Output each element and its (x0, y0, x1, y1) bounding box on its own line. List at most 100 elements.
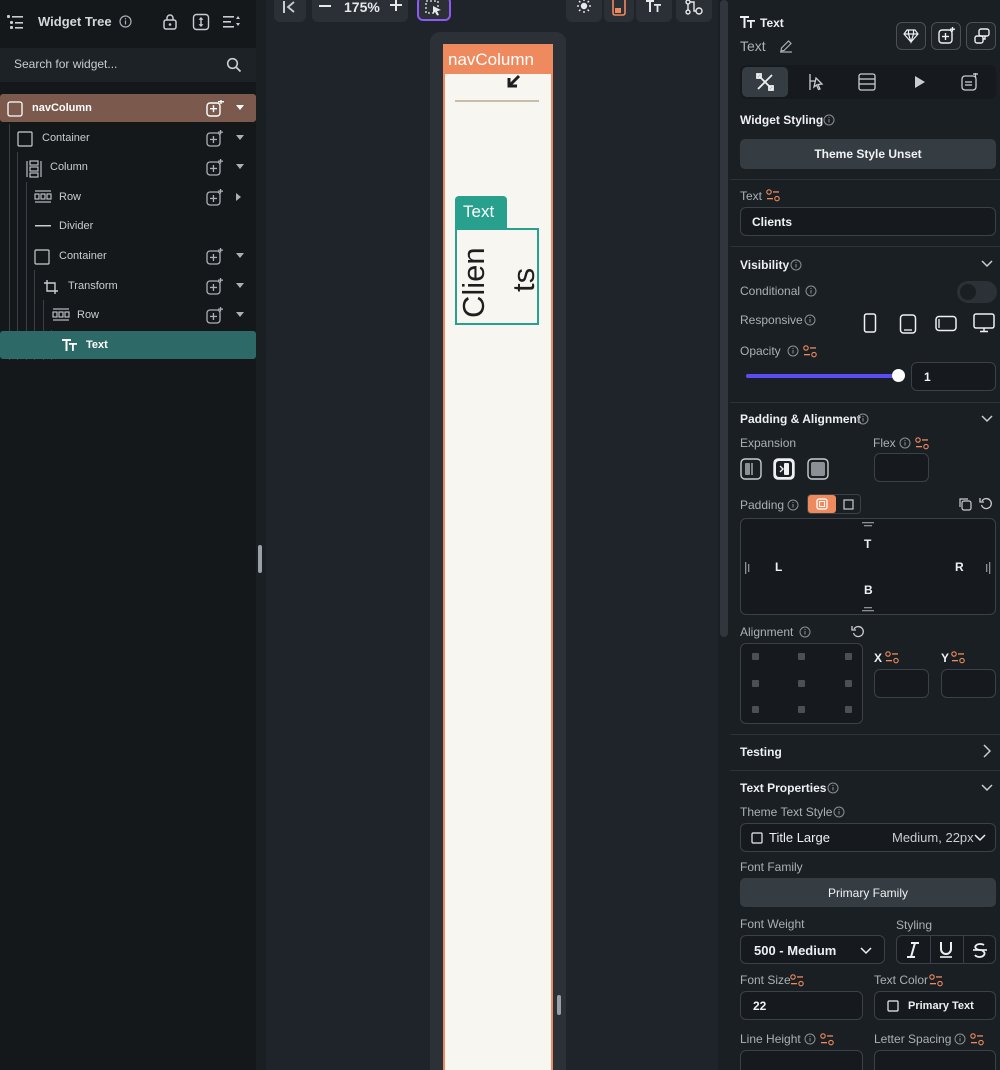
lock-icon[interactable] (162, 13, 178, 31)
tree-item-container[interactable]: Container (0, 242, 256, 270)
zoom-in-icon[interactable] (390, 0, 402, 11)
align-x-input[interactable] (874, 669, 929, 698)
sort-options-icon[interactable] (222, 13, 242, 31)
chevron-right-icon[interactable] (236, 193, 242, 201)
info-icon[interactable] (899, 437, 911, 449)
set-variable-icon[interactable] (790, 974, 804, 987)
set-variable-icon[interactable] (803, 345, 817, 358)
padding-bottom[interactable]: B (864, 583, 873, 597)
tab-properties[interactable] (742, 67, 788, 97)
text-scale-button[interactable] (636, 0, 672, 22)
font-weight-dropdown[interactable]: 500 - Medium (740, 935, 885, 964)
expansion-flexible-icon[interactable] (740, 458, 762, 480)
chevron-down-icon[interactable] (236, 105, 244, 111)
padding-individual-icon[interactable] (843, 499, 854, 510)
selected-text-widget[interactable]: Clien ts (455, 228, 539, 325)
tree-item-transform[interactable]: Transform (0, 272, 256, 300)
tab-documentation[interactable] (961, 73, 979, 91)
info-icon[interactable] (119, 15, 132, 28)
flex-input[interactable] (874, 453, 929, 482)
tree-graph-button[interactable] (676, 0, 712, 22)
add-child-icon[interactable] (206, 189, 224, 207)
set-variable-icon[interactable] (970, 1033, 984, 1046)
info-icon[interactable] (833, 806, 845, 818)
drag-handle-icon[interactable] (862, 522, 874, 527)
theme-toggle[interactable] (566, 0, 602, 22)
add-child-icon[interactable] (206, 278, 224, 296)
padding-mode-uniform[interactable] (808, 495, 836, 513)
info-icon[interactable] (787, 345, 799, 357)
theme-text-style-dropdown[interactable]: Title Large Medium, 22px (740, 823, 996, 852)
add-child-icon[interactable] (206, 100, 224, 118)
set-variable-icon[interactable] (915, 437, 929, 450)
add-child-icon[interactable] (206, 130, 224, 148)
padding-left[interactable]: L (775, 560, 782, 574)
info-icon[interactable] (954, 1033, 966, 1045)
add-child-icon[interactable] (206, 307, 224, 325)
desktop-icon[interactable] (973, 313, 995, 333)
add-child-icon[interactable] (206, 159, 224, 177)
chevron-right-icon[interactable] (983, 744, 991, 758)
navcolumn-selection-tag[interactable]: navColumn (443, 44, 553, 74)
chevron-down-icon[interactable] (236, 135, 244, 141)
tablet-icon[interactable] (899, 314, 917, 334)
font-size-input[interactable]: 22 (740, 991, 863, 1020)
tree-item-column[interactable]: Column (0, 153, 256, 181)
info-icon[interactable] (805, 285, 817, 297)
drag-handle-icon[interactable] (986, 562, 991, 574)
testing-header[interactable]: Testing (740, 745, 782, 759)
chevron-down-icon[interactable] (981, 784, 993, 792)
chevron-down-icon[interactable] (236, 253, 244, 259)
scrollbar[interactable] (720, 0, 728, 637)
premium-button[interactable] (896, 22, 926, 50)
toolbar-collapse[interactable] (274, 0, 306, 22)
copy-icon[interactable] (958, 497, 972, 511)
set-variable-icon[interactable] (766, 189, 780, 202)
widget-search-field[interactable]: Search for widget... (0, 48, 256, 82)
canvas-divider[interactable] (455, 100, 539, 102)
italic-icon[interactable] (906, 942, 920, 958)
info-icon[interactable] (787, 499, 799, 511)
set-variable-icon[interactable] (820, 1033, 834, 1046)
add-child-icon[interactable] (206, 248, 224, 266)
search-input[interactable]: Search for widget... (14, 57, 117, 71)
tree-item-divider[interactable]: Divider (0, 212, 256, 240)
tree-item-row[interactable]: Row (0, 301, 256, 329)
chevron-down-icon[interactable] (981, 260, 993, 268)
opacity-input[interactable]: 1 (911, 362, 996, 391)
chevron-down-icon[interactable] (236, 283, 244, 289)
info-icon[interactable] (804, 1033, 816, 1045)
reset-icon[interactable] (979, 497, 993, 511)
tree-item-row[interactable]: Row (0, 183, 256, 211)
tree-item-text[interactable]: Text (0, 331, 256, 359)
tree-list-icon[interactable] (6, 13, 24, 31)
letter-spacing-input[interactable] (874, 1050, 996, 1070)
set-variable-icon[interactable] (885, 651, 899, 664)
info-icon[interactable] (804, 314, 816, 326)
reset-icon[interactable] (851, 625, 865, 639)
info-icon[interactable] (790, 259, 802, 271)
info-icon[interactable] (827, 782, 839, 794)
opacity-slider[interactable] (746, 369, 905, 382)
padding-top[interactable]: T (864, 537, 871, 551)
tab-actions[interactable] (807, 73, 825, 91)
expand-collapse-icon[interactable] (192, 13, 210, 31)
drag-handle-icon[interactable] (862, 607, 874, 612)
phone-icon[interactable] (863, 313, 877, 333)
text-value-input[interactable]: Clients (740, 207, 996, 236)
set-variable-icon[interactable] (951, 651, 965, 664)
text-color-picker[interactable]: Primary Text (874, 991, 996, 1020)
expansion-default-icon[interactable] (773, 458, 795, 480)
font-family-button[interactable]: Primary Family (740, 878, 996, 907)
info-icon[interactable] (823, 114, 835, 126)
search-icon[interactable] (226, 57, 242, 73)
underline-icon[interactable] (939, 941, 953, 958)
expansion-expanded-icon[interactable] (807, 458, 829, 480)
opacity-slider-thumb[interactable] (892, 369, 905, 382)
chevron-down-icon[interactable] (981, 415, 993, 423)
alignment-grid[interactable] (740, 643, 863, 724)
select-mode-button[interactable] (417, 0, 451, 21)
align-y-input[interactable] (941, 669, 996, 698)
resize-handle[interactable] (258, 545, 262, 573)
tab-animations[interactable] (914, 75, 926, 89)
